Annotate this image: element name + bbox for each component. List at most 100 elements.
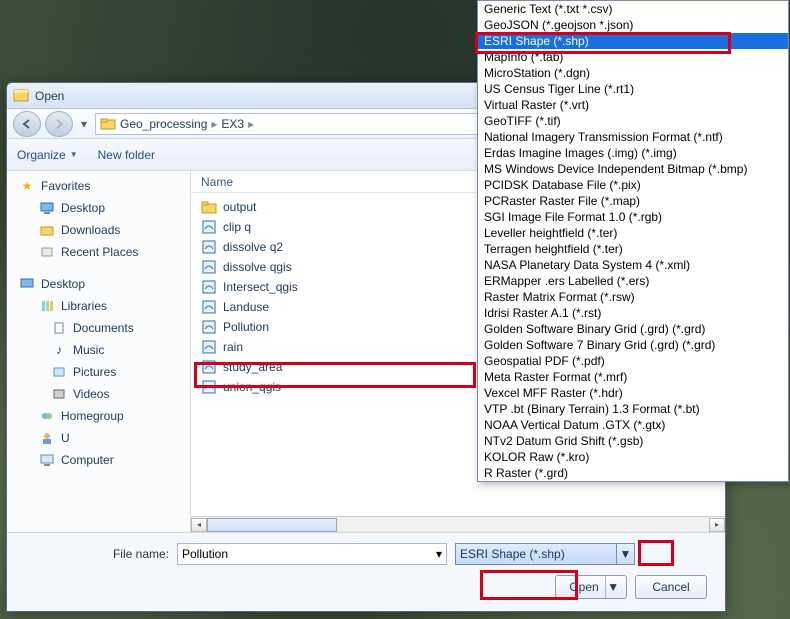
filetype-option[interactable]: Erdas Imagine Images (.img) (*.img) — [478, 145, 788, 161]
filetype-option[interactable]: Golden Software 7 Binary Grid (.grd) (*.… — [478, 337, 788, 353]
shapefile-icon — [201, 359, 217, 375]
filetype-option[interactable]: Golden Software Binary Grid (.grd) (*.gr… — [478, 321, 788, 337]
tree-homegroup[interactable]: Homegroup — [7, 405, 190, 427]
open-label: Open — [569, 580, 598, 594]
tree-libraries[interactable]: Libraries — [7, 295, 190, 317]
filetype-option[interactable]: NTv2 Datum Grid Shift (*.gsb) — [478, 433, 788, 449]
horizontal-scrollbar[interactable]: ◂ ▸ — [191, 516, 725, 532]
filetype-option[interactable]: R Raster (*.grd) — [478, 465, 788, 481]
column-header-label: Name — [201, 175, 233, 189]
filetype-option[interactable]: GeoJSON (*.geojson *.json) — [478, 17, 788, 33]
app-icon — [13, 88, 29, 104]
desktop-icon — [39, 200, 55, 216]
folder-icon — [100, 116, 116, 132]
new-folder-label: New folder — [98, 148, 155, 162]
filetype-option[interactable]: Vexcel MFF Raster (*.hdr) — [478, 385, 788, 401]
filename-value: Pollution — [182, 547, 228, 561]
filetype-option[interactable]: Generic Text (*.txt *.csv) — [478, 1, 788, 17]
filetype-option[interactable]: NASA Planetary Data System 4 (*.xml) — [478, 257, 788, 273]
organize-menu[interactable]: Organize ▼ — [17, 148, 78, 162]
pictures-icon — [51, 364, 67, 380]
filetype-dropdown-button[interactable]: ▼ — [616, 544, 634, 564]
recent-icon — [39, 244, 55, 260]
filetype-option[interactable]: PCIDSK Database File (*.pix) — [478, 177, 788, 193]
scroll-left-button[interactable]: ◂ — [191, 518, 207, 532]
tree-documents[interactable]: Documents — [7, 317, 190, 339]
filetype-option[interactable]: Meta Raster Format (*.mrf) — [478, 369, 788, 385]
chevron-right-icon: ▸ — [248, 117, 254, 131]
window-title: Open — [35, 89, 64, 103]
file-label: Landuse — [223, 300, 269, 314]
open-button[interactable]: Open ▼ — [555, 575, 627, 599]
file-label: dissolve qgis — [223, 260, 292, 274]
scroll-right-button[interactable]: ▸ — [709, 518, 725, 532]
filetype-option[interactable]: MS Windows Device Independent Bitmap (*.… — [478, 161, 788, 177]
folder-icon — [201, 199, 217, 215]
tree-music[interactable]: ♪ Music — [7, 339, 190, 361]
nav-tree[interactable]: ★ Favorites Desktop Downloads Recent Pla… — [7, 171, 191, 532]
tree-label: Downloads — [61, 223, 120, 237]
filetype-option[interactable]: VTP .bt (Binary Terrain) 1.3 Format (*.b… — [478, 401, 788, 417]
tree-label: Recent Places — [61, 245, 138, 259]
chevron-down-icon[interactable]: ▾ — [436, 547, 442, 561]
tree-user[interactable]: U — [7, 427, 190, 449]
filename-input[interactable]: Pollution ▾ — [177, 543, 447, 565]
filetype-option[interactable]: MapInfo (*.tab) — [478, 49, 788, 65]
breadcrumb-part[interactable]: Geo_processing — [120, 117, 207, 131]
filetype-option[interactable]: SGI Image File Format 1.0 (*.rgb) — [478, 209, 788, 225]
file-label: dissolve q2 — [223, 240, 283, 254]
tree-label: Desktop — [41, 277, 85, 291]
open-split-dropdown[interactable]: ▼ — [605, 576, 621, 598]
filetype-option[interactable]: GeoTIFF (*.tif) — [478, 113, 788, 129]
filetype-option[interactable]: Terragen heightfield (*.ter) — [478, 241, 788, 257]
filetype-option[interactable]: NOAA Vertical Datum .GTX (*.gtx) — [478, 417, 788, 433]
filetype-option[interactable]: PCRaster Raster File (*.map) — [478, 193, 788, 209]
breadcrumb-part[interactable]: EX3 — [221, 117, 244, 131]
new-folder-button[interactable]: New folder — [98, 148, 155, 162]
tree-computer[interactable]: Computer — [7, 449, 190, 471]
dialog-bottom: File name: Pollution ▾ ESRI Shape (*.shp… — [7, 532, 725, 611]
filetype-option[interactable]: Geospatial PDF (*.pdf) — [478, 353, 788, 369]
scroll-thumb[interactable] — [207, 518, 337, 532]
file-label: clip q — [223, 220, 251, 234]
cancel-button[interactable]: Cancel — [635, 575, 707, 599]
filetype-option[interactable]: ERMapper .ers Labelled (*.ers) — [478, 273, 788, 289]
star-icon: ★ — [19, 178, 35, 194]
file-label: Intersect_qgis — [223, 280, 298, 294]
tree-pictures[interactable]: Pictures — [7, 361, 190, 383]
filetype-option[interactable]: US Census Tiger Line (*.rt1) — [478, 81, 788, 97]
filetype-option[interactable]: Virtual Raster (*.vrt) — [478, 97, 788, 113]
downloads-icon — [39, 222, 55, 238]
filetype-option[interactable]: KOLOR Raw (*.kro) — [478, 449, 788, 465]
nav-history-dropdown[interactable]: ▾ — [77, 111, 91, 137]
forward-button[interactable] — [45, 111, 73, 137]
tree-recent-places[interactable]: Recent Places — [7, 241, 190, 263]
filetype-dropdown-menu[interactable]: Generic Text (*.txt *.csv)GeoJSON (*.geo… — [477, 0, 789, 482]
shapefile-icon — [201, 299, 217, 315]
scroll-track[interactable] — [207, 518, 709, 532]
tree-label: Libraries — [61, 299, 107, 313]
filetype-option[interactable]: National Imagery Transmission Format (*.… — [478, 129, 788, 145]
file-label: Pollution — [223, 320, 269, 334]
filetype-option[interactable]: Leveller heightfield (*.ter) — [478, 225, 788, 241]
tree-favorites[interactable]: ★ Favorites — [7, 175, 190, 197]
user-icon — [39, 430, 55, 446]
file-label: rain — [223, 340, 243, 354]
filetype-option[interactable]: Raster Matrix Format (*.rsw) — [478, 289, 788, 305]
tree-desktop[interactable]: Desktop — [7, 197, 190, 219]
tree-desktop-root[interactable]: Desktop — [7, 273, 190, 295]
filetype-option[interactable]: ESRI Shape (*.shp) — [478, 33, 788, 49]
filetype-option[interactable]: MicroStation (*.dgn) — [478, 65, 788, 81]
filetype-option[interactable]: Idrisi Raster A.1 (*.rst) — [478, 305, 788, 321]
tree-label: U — [61, 431, 70, 445]
filetype-combo[interactable]: ESRI Shape (*.shp) ▼ — [455, 543, 635, 565]
filename-label: File name: — [19, 547, 169, 561]
videos-icon — [51, 386, 67, 402]
tree-videos[interactable]: Videos — [7, 383, 190, 405]
back-button[interactable] — [13, 111, 41, 137]
file-label: union_qgis — [223, 380, 281, 394]
tree-downloads[interactable]: Downloads — [7, 219, 190, 241]
music-icon: ♪ — [51, 342, 67, 358]
tree-label: Desktop — [61, 201, 105, 215]
shapefile-icon — [201, 259, 217, 275]
